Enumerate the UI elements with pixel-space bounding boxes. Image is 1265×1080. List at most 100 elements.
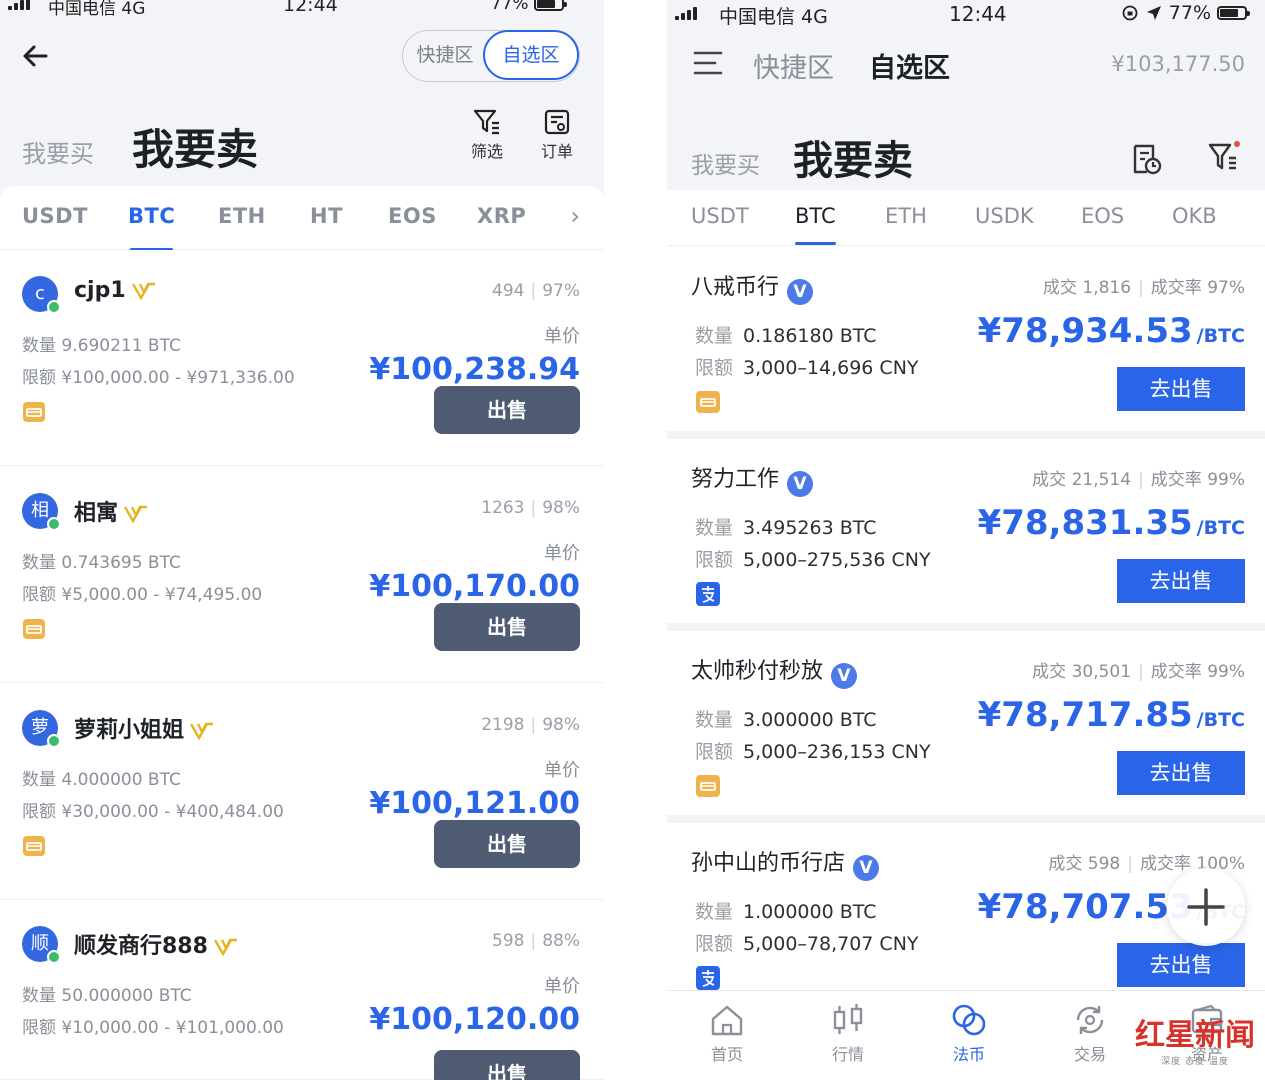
- segment-quick[interactable]: 快捷区: [753, 46, 834, 85]
- tab-usdt[interactable]: USDT: [22, 204, 88, 228]
- merchant-name[interactable]: 努力工作 V: [691, 461, 814, 497]
- tab-eth[interactable]: ETH: [885, 204, 927, 228]
- plus-icon: [1187, 888, 1225, 926]
- orders-label: 订单: [540, 142, 573, 161]
- merchant-name-text: 顺发商行888: [74, 934, 208, 959]
- nav-trade[interactable]: 交易: [1050, 1003, 1130, 1065]
- quantity-label: 数量: [695, 901, 734, 923]
- merchant-name[interactable]: 孙中山的币行店 V: [691, 845, 880, 881]
- price-unit: /BTC: [1196, 709, 1245, 731]
- tab-btc[interactable]: BTC: [128, 204, 175, 251]
- sell-button[interactable]: 去出售: [1117, 367, 1245, 411]
- nav-trade-label: 交易: [1073, 1045, 1106, 1064]
- verified-badge-icon: V: [853, 855, 880, 881]
- carrier-label: 中国电信 4G: [719, 6, 828, 28]
- limit-row: 限额 5,000–236,153 CNY: [695, 737, 931, 764]
- verified-v-icon: [124, 505, 148, 523]
- tab-eos[interactable]: EOS: [388, 204, 437, 228]
- merchant-name[interactable]: 萝莉小姐姐: [74, 712, 214, 744]
- orders-button[interactable]: 订单: [532, 108, 582, 162]
- tab-sell[interactable]: 我要卖: [793, 128, 913, 186]
- verified-v-icon: [131, 282, 155, 300]
- trade-stats: 598 | 88%: [492, 931, 580, 951]
- trade-stats: 1263 | 98%: [481, 498, 580, 518]
- tab-usdt[interactable]: USDT: [691, 204, 749, 228]
- list-item: 顺 顺发商行888 598 | 88% 数量 50.000000 BTC 限额 ¥1…: [0, 900, 604, 1080]
- tab-buy[interactable]: 我要买: [691, 146, 760, 180]
- trade-count: 1263: [481, 498, 525, 518]
- order-history-icon[interactable]: [1131, 142, 1163, 176]
- tab-sell[interactable]: 我要卖: [132, 116, 258, 177]
- price: ¥78,831.35/BTC: [978, 503, 1245, 543]
- limit-label: 限额: [695, 741, 734, 763]
- verified-badge-icon: V: [787, 471, 814, 497]
- trade-stats: 成交 30,501 | 成交率 99%: [1032, 662, 1245, 682]
- filter-icon: [473, 109, 499, 135]
- verified-v-icon: [213, 938, 237, 956]
- limit-row: 限额 3,000–14,696 CNY: [695, 353, 919, 380]
- limit-row: 限额 5,000–275,536 CNY: [695, 545, 931, 572]
- tab-usdk[interactable]: USDK: [975, 204, 1034, 228]
- quantity: 数量 0.743695 BTC: [22, 553, 181, 573]
- nav-market[interactable]: 行情: [808, 1003, 888, 1065]
- segment-quick[interactable]: 快捷区: [403, 31, 487, 80]
- limit: 限额 ¥30,000.00 - ¥400,484.00: [22, 802, 284, 822]
- quantity-label: 数量: [695, 709, 734, 731]
- avatar: 相: [22, 493, 61, 531]
- avatar-letter: 相: [31, 500, 49, 521]
- sell-button[interactable]: 出售: [434, 603, 580, 651]
- trade-refresh-icon: [1076, 1006, 1104, 1034]
- merchant-name[interactable]: 太帅秒付秒放 V: [691, 653, 858, 689]
- bank-card-icon: [23, 836, 45, 856]
- price: ¥100,170.00: [369, 569, 580, 604]
- quantity-row: 数量 1.000000 BTC: [695, 897, 877, 924]
- segment-custom[interactable]: 自选区: [869, 46, 950, 85]
- sell-button[interactable]: 去出售: [1117, 751, 1245, 795]
- unit-price-label: 单价: [544, 760, 580, 781]
- segment-custom[interactable]: 自选区: [483, 30, 579, 80]
- tab-btc[interactable]: BTC: [795, 204, 836, 245]
- merchant-name[interactable]: 相寓: [74, 495, 148, 527]
- list-item: 萝 萝莉小姐姐 2198 | 98% 数量 4.000000 BTC 限额 ¥30,…: [0, 684, 604, 900]
- quantity: 数量 50.000000 BTC: [22, 986, 192, 1006]
- sell-button[interactable]: 出售: [434, 820, 580, 868]
- menu-icon[interactable]: [693, 50, 723, 76]
- nav-home[interactable]: 首页: [687, 1003, 767, 1065]
- tab-eos[interactable]: EOS: [1081, 204, 1124, 228]
- tab-okb[interactable]: OKB: [1172, 204, 1217, 228]
- back-arrow-icon[interactable]: [20, 40, 52, 72]
- trade-count: 成交 598: [1048, 854, 1121, 874]
- sell-button[interactable]: 去出售: [1117, 943, 1245, 987]
- quantity: 数量 9.690211 BTC: [22, 336, 181, 356]
- merchant-name[interactable]: 顺发商行888: [74, 928, 238, 960]
- orders-icon: [544, 109, 570, 135]
- nav-market-label: 行情: [831, 1045, 864, 1064]
- filter-button[interactable]: 筛选: [462, 108, 512, 162]
- tab-xrp[interactable]: XRP: [477, 204, 526, 228]
- sell-button[interactable]: 出售: [434, 386, 580, 434]
- trade-stats: 成交 21,514 | 成交率 99%: [1032, 470, 1245, 490]
- trade-count: 成交 21,514: [1032, 470, 1132, 490]
- merchant-name[interactable]: 八戒币行 V: [691, 269, 814, 305]
- battery-percent: 77%: [490, 0, 529, 14]
- sell-button[interactable]: 去出售: [1117, 559, 1245, 603]
- bank-card-icon: [696, 775, 720, 797]
- merchant-name[interactable]: cjp1: [74, 278, 156, 303]
- limit-value: 5,000–78,707 CNY: [743, 933, 919, 955]
- tab-eth[interactable]: ETH: [218, 204, 266, 228]
- limit-value: 5,000–275,536 CNY: [743, 549, 931, 571]
- nav-fiat[interactable]: 法币: [929, 1003, 1009, 1065]
- add-floating-button[interactable]: [1167, 868, 1245, 946]
- balance: ¥103,177.50: [1111, 52, 1245, 76]
- price: ¥100,120.00: [369, 1002, 580, 1037]
- chevron-right-icon[interactable]: ›: [570, 202, 580, 230]
- watermark-subtitle: 深度 态度 温度: [1161, 1057, 1229, 1067]
- trade-count: 494: [492, 281, 525, 301]
- tab-ht[interactable]: HT: [310, 204, 343, 228]
- limit: 限额 ¥10,000.00 - ¥101,000.00: [22, 1018, 284, 1038]
- tab-buy[interactable]: 我要买: [22, 134, 94, 169]
- clock: 12:44: [949, 2, 1007, 26]
- quantity-row: 数量 3.000000 BTC: [695, 705, 877, 732]
- sell-button[interactable]: 出售: [434, 1050, 580, 1080]
- filter-icon[interactable]: [1207, 140, 1241, 174]
